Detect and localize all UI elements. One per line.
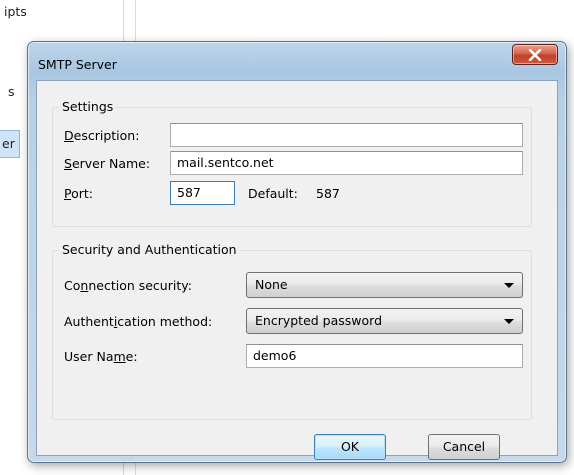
- description-field[interactable]: [170, 123, 523, 147]
- server-name-label: Server Name:: [64, 156, 151, 171]
- user-name-field[interactable]: demo6: [246, 344, 523, 368]
- close-x-icon: [528, 48, 542, 61]
- chevron-down-icon: [504, 283, 514, 288]
- security-group: Security and Authentication Connection s…: [52, 242, 532, 420]
- user-name-label: User Name:: [64, 349, 138, 364]
- smtp-server-dialog: SMTP Server Settings Description: Server…: [27, 41, 567, 463]
- close-button[interactable]: [512, 44, 558, 65]
- chevron-down-icon: [504, 319, 514, 324]
- connection-security-select[interactable]: None: [246, 272, 523, 298]
- default-port-value: 587: [316, 186, 340, 201]
- auth-method-label: Authentication method:: [64, 314, 213, 329]
- auth-method-select[interactable]: Encrypted password: [246, 308, 523, 334]
- dialog-title: SMTP Server: [38, 57, 117, 72]
- port-field[interactable]: 587: [170, 181, 235, 205]
- port-label: Port:: [64, 186, 93, 201]
- cancel-button[interactable]: Cancel: [428, 434, 500, 460]
- server-name-field[interactable]: mail.sentco.net: [170, 151, 523, 175]
- settings-group-legend: Settings: [59, 99, 117, 114]
- description-label: Description:: [64, 128, 140, 143]
- dialog-client-area: Settings Description: Server Name: mail.…: [36, 80, 558, 460]
- settings-group: Settings Description: Server Name: mail.…: [52, 99, 532, 227]
- auth-method-value: Encrypted password: [255, 313, 383, 328]
- connection-security-value: None: [255, 277, 288, 292]
- ok-button[interactable]: OK: [314, 434, 386, 460]
- connection-security-label: Connection security:: [64, 278, 192, 293]
- default-port-label: Default:: [248, 186, 298, 201]
- security-group-legend: Security and Authentication: [59, 242, 240, 257]
- background-selected-text: er: [2, 136, 15, 151]
- background-text-fragment: ipts: [4, 4, 27, 19]
- background-text-fragment: s: [8, 84, 15, 99]
- screen: ipts s er SMTP Server Settings Descripti…: [0, 0, 574, 475]
